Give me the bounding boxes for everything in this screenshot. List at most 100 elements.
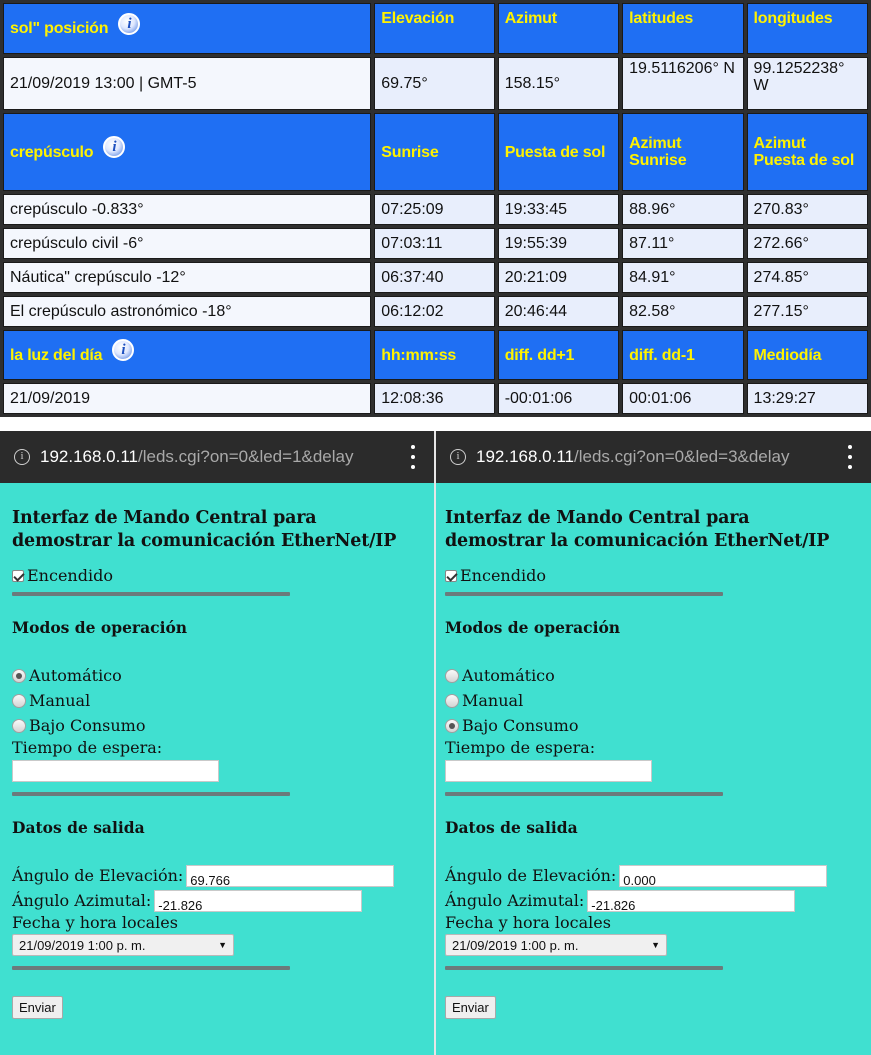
daylight-header-row: la luz del día i hh:mm:ss diff. dd+1 diff… — [3, 330, 868, 380]
column-header: longitudes — [746, 3, 868, 54]
power-label: Encendido — [460, 566, 546, 585]
column-header: diff. dd-1 — [622, 330, 744, 380]
column-header: diff. dd+1 — [497, 330, 620, 380]
elevation-label: Ángulo de Elevación: — [12, 866, 184, 885]
power-checkbox[interactable] — [445, 569, 457, 582]
table-cell: El crepúsculo astronómico -18° — [3, 296, 372, 327]
mode-radio-auto[interactable] — [12, 668, 26, 683]
azimuth-input[interactable]: -21.826 — [587, 889, 796, 913]
table-cell: crepúsculo civil -6° — [3, 228, 372, 259]
table-cell: 19:55:39 — [497, 228, 620, 259]
table-cell: crepúsculo -0.833° — [3, 194, 372, 225]
datetime-select[interactable]: 21/09/2019 1:00 p. m. ▼ — [445, 934, 667, 956]
position-header-label: sol" posición — [10, 20, 109, 38]
divider — [445, 792, 723, 796]
table-cell: 13:29:27 — [746, 383, 868, 414]
wait-label: Tiempo de espera: — [445, 738, 596, 757]
output-heading: Datos de salida — [12, 818, 145, 837]
url-bar[interactable]: i 192.168.0.11/leds.cgi?on=0&led=1&delay — [0, 431, 434, 483]
more-menu-icon[interactable] — [847, 445, 853, 469]
page-title-line: demostrar la comunicación EtherNet/IP — [12, 531, 397, 551]
table-cell: 270.83° — [746, 194, 868, 225]
azimuth-label: Ángulo Azimutal: — [12, 891, 152, 910]
mode-label: Automático — [462, 666, 555, 685]
table-row: crepúsculo -0.833° 07:25:09 19:33:45 88.… — [3, 194, 868, 225]
table-row: El crepúsculo astronómico -18° 06:12:02 … — [3, 296, 868, 327]
column-header: Azimut Puesta de sol — [746, 113, 868, 191]
dropdown-caret-icon: ▼ — [651, 940, 660, 950]
mode-radio-manual[interactable] — [445, 693, 459, 708]
dropdown-caret-icon: ▼ — [218, 940, 227, 950]
url-path: /leds.cgi?on=0&led=3&delay — [574, 447, 790, 466]
table-cell: 99.1252238° W — [746, 57, 868, 110]
position-data-row: 21/09/2019 13:00 | GMT-5 69.75° 158.15° … — [3, 57, 868, 110]
datetime-label: Fecha y hora locales — [12, 913, 178, 932]
wait-time-input[interactable] — [12, 760, 219, 782]
table-cell: 20:21:09 — [497, 262, 620, 293]
table-cell: 274.85° — [746, 262, 868, 293]
daylight-header-cell: la luz del día i — [3, 330, 372, 380]
table-cell: 19.5116206° N — [622, 57, 744, 110]
table-cell: 272.66° — [746, 228, 868, 259]
wait-label: Tiempo de espera: — [12, 738, 163, 757]
url-bar[interactable]: i 192.168.0.11/leds.cgi?on=0&led=3&delay — [436, 431, 871, 483]
table-cell: 12:08:36 — [374, 383, 495, 414]
twilight-header-cell: crepúsculo i — [3, 113, 372, 191]
elevation-input[interactable]: 69.766 — [186, 864, 395, 888]
position-header-cell: sol" posición i — [3, 3, 372, 54]
wait-time-input[interactable] — [445, 760, 652, 782]
url-path: /leds.cgi?on=0&led=1&delay — [138, 447, 354, 466]
more-menu-icon[interactable] — [410, 445, 416, 469]
info-icon[interactable]: i — [112, 339, 135, 362]
info-icon[interactable]: i — [103, 136, 126, 159]
site-info-icon[interactable]: i — [450, 449, 466, 465]
table-row: crepúsculo civil -6° 07:03:11 19:55:39 8… — [3, 228, 868, 259]
page-title: Interfaz de Mando Central para demostrar… — [445, 507, 871, 553]
azimuth-input[interactable]: -21.826 — [154, 889, 363, 913]
elevation-label: Ángulo de Elevación: — [445, 866, 617, 885]
phone-screen-right: i 192.168.0.11/leds.cgi?on=0&led=3&delay… — [436, 431, 871, 1055]
column-header: latitudes — [622, 3, 744, 54]
mode-radio-low-power[interactable] — [12, 718, 26, 733]
mode-label: Manual — [29, 691, 91, 710]
form-content: Interfaz de Mando Central para demostrar… — [0, 483, 434, 1019]
divider — [12, 966, 290, 970]
divider — [445, 592, 723, 596]
site-info-icon[interactable]: i — [14, 449, 30, 465]
datetime-value: 21/09/2019 1:00 p. m. — [452, 937, 579, 953]
datetime-select[interactable]: 21/09/2019 1:00 p. m. ▼ — [12, 934, 234, 956]
divider — [12, 592, 290, 596]
table-cell: 07:03:11 — [374, 228, 495, 259]
page-title: Interfaz de Mando Central para demostrar… — [12, 507, 434, 553]
table-cell: 06:12:02 — [374, 296, 495, 327]
table-cell: 21/09/2019 13:00 | GMT-5 — [3, 57, 372, 110]
power-checkbox[interactable] — [12, 569, 24, 582]
mode-radio-manual[interactable] — [12, 693, 26, 708]
mode-radio-low-power[interactable] — [445, 718, 459, 733]
submit-button[interactable]: Enviar — [445, 996, 496, 1019]
info-icon[interactable]: i — [118, 12, 141, 35]
table-cell: 00:01:06 — [622, 383, 744, 414]
mode-radio-auto[interactable] — [445, 668, 459, 683]
submit-button[interactable]: Enviar — [12, 996, 63, 1019]
mode-label: Manual — [462, 691, 524, 710]
column-header: Sunrise — [374, 113, 495, 191]
datetime-value: 21/09/2019 1:00 p. m. — [19, 937, 146, 953]
table-cell: 19:33:45 — [497, 194, 620, 225]
datetime-label: Fecha y hora locales — [445, 913, 611, 932]
table-cell: 158.15° — [497, 57, 620, 110]
page-title-line: Interfaz de Mando Central para — [12, 508, 317, 528]
table-cell: 87.11° — [622, 228, 744, 259]
table-cell: 84.91° — [622, 262, 744, 293]
url-host: 192.168.0.11 — [40, 447, 138, 466]
twilight-header-label: crepúsculo — [10, 143, 94, 161]
form-content: Interfaz de Mando Central para demostrar… — [436, 483, 871, 1019]
sun-data-table: sol" posición i Elevación Azimut latitude… — [0, 0, 871, 417]
elevation-input[interactable]: 0.000 — [619, 864, 828, 888]
power-label: Encendido — [27, 566, 113, 585]
url-host: 192.168.0.11 — [476, 447, 574, 466]
table-cell: 69.75° — [374, 57, 495, 110]
modes-heading: Modos de operación — [12, 618, 188, 637]
modes-heading: Modos de operación — [445, 618, 621, 637]
table-row: Náutica" crepúsculo -12° 06:37:40 20:21:… — [3, 262, 868, 293]
